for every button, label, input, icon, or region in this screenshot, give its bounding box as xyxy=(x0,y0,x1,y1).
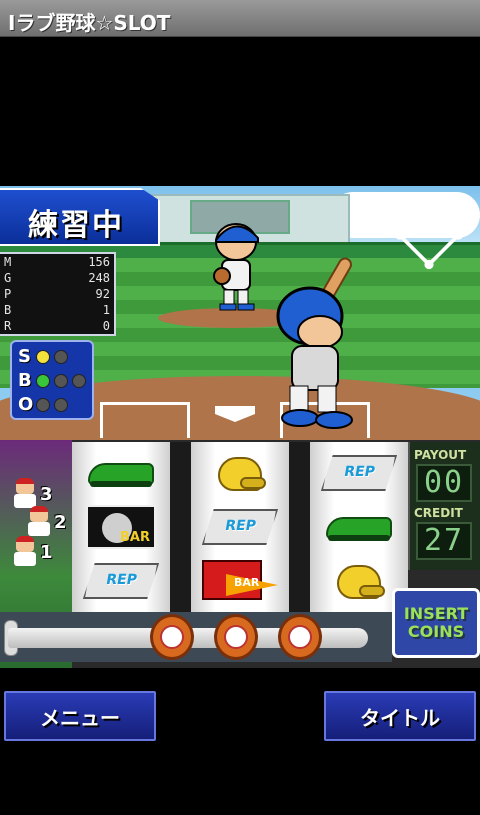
runner-icon: 2 xyxy=(20,506,80,536)
out-letter: O xyxy=(18,394,34,415)
payout-value: 00 xyxy=(416,464,472,502)
reel-window: BAR REP REP BAR REP xyxy=(72,442,408,612)
base-diamond-icon xyxy=(394,200,464,270)
stat-row: P 92 xyxy=(4,288,112,301)
title-button[interactable]: タイトル xyxy=(324,691,476,741)
runner-number: 1 xyxy=(40,542,53,563)
payout-label: PAYOUT xyxy=(414,448,467,462)
out-lamp-icon xyxy=(54,398,68,412)
stat-key: B xyxy=(4,303,12,317)
slot-machine: 3 2 1 BAR REP REP BAR REP PAYOUT 00 CRED… xyxy=(0,440,480,668)
strike-lamp-icon xyxy=(54,350,68,364)
stop-button-left[interactable] xyxy=(150,614,194,660)
stat-value: 248 xyxy=(88,271,110,285)
stat-value: 92 xyxy=(95,287,110,301)
stat-row: M 156 xyxy=(4,256,112,269)
mode-label: 練習中 xyxy=(0,188,160,246)
stats-panel: M 156 G 248 P 92 B 1 R 0 xyxy=(0,252,116,336)
credit-value: 27 xyxy=(416,522,472,560)
stat-row: G 248 xyxy=(4,272,112,285)
ball-lamp-icon xyxy=(36,374,50,388)
stat-value: 0 xyxy=(102,319,110,333)
ball-lamp-icon xyxy=(54,374,68,388)
runner-number: 2 xyxy=(54,512,67,533)
rep-symbol-icon: REP xyxy=(191,500,289,554)
stat-key: P xyxy=(4,287,12,301)
stat-value: 156 xyxy=(88,255,110,269)
stop-button-bar xyxy=(0,612,392,662)
stat-row: R 0 xyxy=(4,320,112,333)
seven-bar-symbol-icon: BAR xyxy=(191,554,289,608)
stop-button-right[interactable] xyxy=(278,614,322,660)
stat-value: 1 xyxy=(102,303,110,317)
insert-coins-line1: INSERT xyxy=(403,604,469,623)
runner-icon: 3 xyxy=(6,478,66,508)
runner-icon: 1 xyxy=(6,536,66,566)
mode-label-text: 練習中 xyxy=(28,208,124,243)
credit-label: CREDIT xyxy=(414,506,463,520)
shoe-icon xyxy=(310,500,408,554)
runner-number: 3 xyxy=(40,484,53,505)
payout-credit-panel: PAYOUT 00 CREDIT 27 xyxy=(408,442,480,570)
glove-icon xyxy=(160,625,184,649)
shoe-icon xyxy=(72,446,170,500)
bar-symbol-icon: BAR xyxy=(72,500,170,554)
glove-icon xyxy=(224,625,248,649)
stop-button-center[interactable] xyxy=(214,614,258,660)
symbol-label: BAR xyxy=(234,576,260,589)
batters-box-left xyxy=(100,402,190,438)
stat-row: B 1 xyxy=(4,304,112,317)
stat-key: G xyxy=(4,271,12,285)
strike-letter: S xyxy=(18,346,31,367)
app-title: Iラブ野球☆SLOT xyxy=(8,11,171,35)
symbol-label: REP xyxy=(342,464,377,480)
strike-lamp-icon xyxy=(36,350,50,364)
out-lamp-icon xyxy=(36,398,50,412)
reel-center: REP BAR xyxy=(191,442,289,612)
reel-right: REP xyxy=(310,442,408,612)
ball-lamp-icon xyxy=(72,374,86,388)
glove-icon xyxy=(288,625,312,649)
stat-key: R xyxy=(4,319,12,333)
stat-key: M xyxy=(4,255,12,269)
ball-letter: B xyxy=(18,370,32,391)
symbol-label: REP xyxy=(104,572,139,588)
reel-left: BAR REP xyxy=(72,442,170,612)
symbol-label: REP xyxy=(223,518,258,534)
helmet-icon xyxy=(191,446,289,500)
rep-symbol-icon: REP xyxy=(310,446,408,500)
batter-character xyxy=(276,257,353,429)
menu-button[interactable]: メニュー xyxy=(4,691,156,741)
pitcher-character xyxy=(213,223,259,311)
app-title-bar: Iラブ野球☆SLOT xyxy=(0,0,480,37)
symbol-label: BAR xyxy=(120,530,150,545)
insert-coins-button[interactable]: INSERT COINS xyxy=(392,588,480,658)
sbo-count-panel: S B O xyxy=(10,340,94,420)
insert-coins-line2: COINS xyxy=(407,622,465,641)
rep-symbol-icon: REP xyxy=(72,554,170,608)
